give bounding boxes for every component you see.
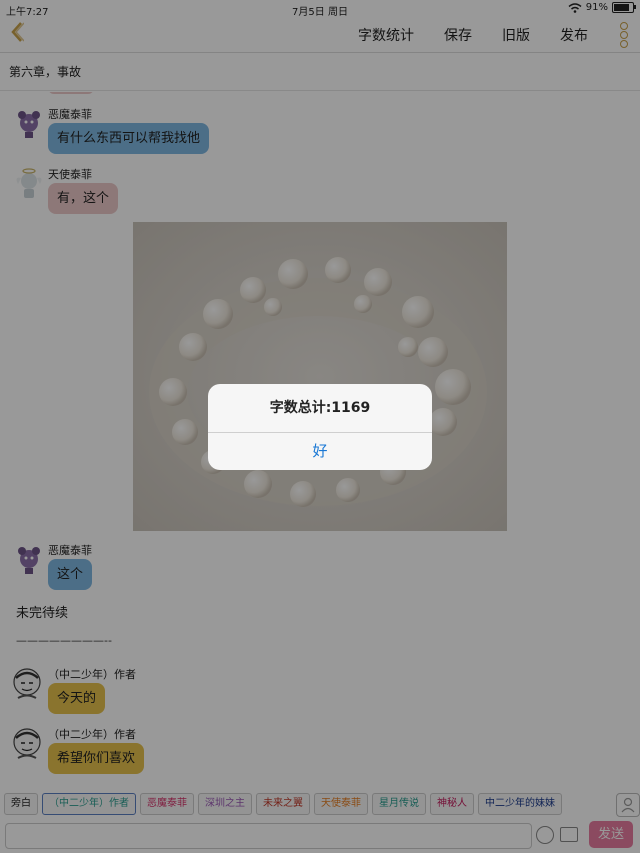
word-count-alert: 字数总计:1169 好 xyxy=(208,384,432,470)
alert-ok-button[interactable]: 好 xyxy=(208,433,432,470)
alert-message: 字数总计:1169 xyxy=(208,384,432,433)
